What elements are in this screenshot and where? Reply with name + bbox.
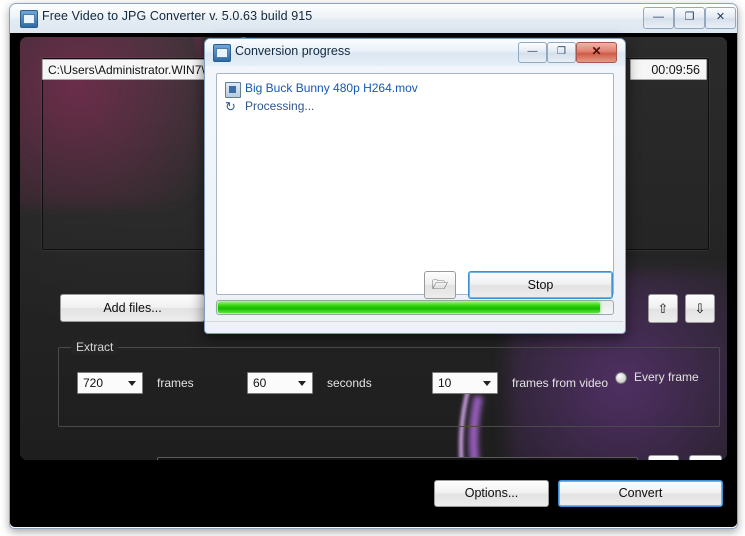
progress-bar xyxy=(216,300,614,315)
chevron-down-icon[interactable] xyxy=(298,381,306,386)
conversion-progress-dialog: Conversion progress — ❐ ✕ Big Buck Bunny… xyxy=(204,38,626,334)
close-icon: ✕ xyxy=(715,11,726,23)
refresh-icon: ↻ xyxy=(225,99,236,114)
dialog-separator xyxy=(205,321,623,322)
browse-folder-button[interactable]: ... xyxy=(648,455,679,460)
list-item-filename: Big Buck Bunny 480p H264.mov xyxy=(245,81,418,95)
progress-bar-fill xyxy=(218,302,601,313)
extract-groupbox: Extract Every 720 frames Every 60 xyxy=(58,340,720,427)
move-up-button[interactable]: ⇧ xyxy=(648,294,678,323)
close-icon: ✕ xyxy=(591,44,602,58)
seconds-interval-combo[interactable]: 60 xyxy=(247,372,313,394)
window-titlebar[interactable]: Free Video to JPG Converter v. 5.0.63 bu… xyxy=(10,4,737,33)
total-frames-value: 10 xyxy=(438,376,452,390)
minimize-icon: — xyxy=(653,11,664,23)
dialog-maximize-button[interactable]: ❐ xyxy=(547,42,576,63)
window-title: Free Video to JPG Converter v. 5.0.63 bu… xyxy=(42,9,313,23)
extract-legend: Extract xyxy=(71,340,119,354)
app-icon xyxy=(213,44,231,62)
frames-interval-combo[interactable]: 720 xyxy=(77,372,143,394)
seconds-unit-label: seconds xyxy=(327,376,372,390)
video-file-icon xyxy=(225,82,241,98)
chevron-down-icon[interactable] xyxy=(483,381,491,386)
maximize-icon: ❐ xyxy=(684,11,695,23)
dialog-minimize-button[interactable]: — xyxy=(518,42,547,63)
convert-button[interactable]: Convert xyxy=(558,480,723,507)
open-output-folder-button[interactable]: ↳ xyxy=(689,455,722,460)
options-button[interactable]: Options... xyxy=(434,480,549,507)
app-icon xyxy=(20,10,38,28)
total-frames-unit-label: frames from video xyxy=(512,376,609,390)
move-down-button[interactable]: ⇩ xyxy=(685,294,715,323)
open-folder-button[interactable]: 🗁 xyxy=(424,271,456,299)
close-button[interactable]: ✕ xyxy=(705,7,736,29)
dialog-titlebar[interactable]: Conversion progress — ❐ ✕ xyxy=(205,39,625,66)
total-frames-combo[interactable]: 10 xyxy=(432,372,498,394)
chevron-down-icon[interactable] xyxy=(128,381,136,386)
maximize-button[interactable]: ❐ xyxy=(674,7,705,29)
conversion-file-list[interactable]: Big Buck Bunny 480p H264.mov ↻ Processin… xyxy=(216,73,614,295)
frames-unit-label: frames xyxy=(157,376,194,390)
dialog-title: Conversion progress xyxy=(235,44,351,58)
bottom-action-bar: Options... Convert xyxy=(10,464,737,527)
dialog-close-button[interactable]: ✕ xyxy=(576,42,617,63)
elapsed-time-field: 00:09:56 xyxy=(630,59,707,80)
maximize-icon: ❐ xyxy=(557,46,566,57)
radio-label-every-frame: Every frame xyxy=(634,370,699,384)
stop-button[interactable]: Stop xyxy=(468,271,613,299)
minimize-button[interactable]: — xyxy=(643,7,674,29)
frames-interval-value: 720 xyxy=(83,376,104,390)
minimize-icon: — xyxy=(527,46,538,57)
seconds-interval-value: 60 xyxy=(253,376,267,390)
add-files-button[interactable]: Add files... xyxy=(60,294,205,322)
application-window: Free Video to JPG Converter v. 5.0.63 bu… xyxy=(9,3,738,529)
radio-indicator-every-frame[interactable] xyxy=(615,372,627,384)
save-to-field[interactable]: C:\Users\Administrator.WIN7\Pictures\Fre… xyxy=(157,457,638,460)
conversion-status-text: Processing... xyxy=(245,99,315,113)
